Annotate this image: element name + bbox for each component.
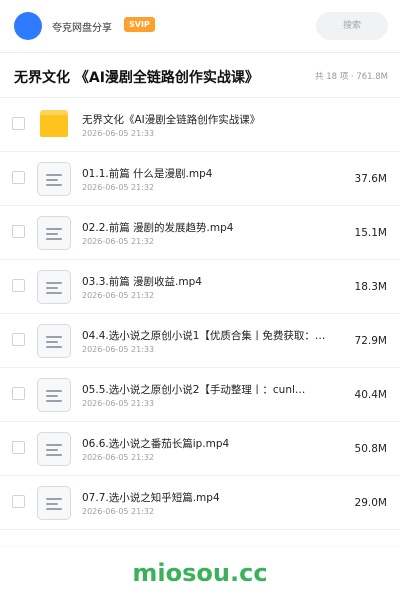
search-button[interactable]: 搜索 — [316, 12, 388, 40]
file-name: 01.1.前篇 什么是漫剧.mp4 — [82, 168, 213, 180]
document-icon — [37, 270, 71, 304]
list-item[interactable]: 03.3.前篇 漫剧收益.mp4 2026-06-05 21:32 18.3M — [0, 260, 400, 314]
file-size: 15.1M — [354, 227, 387, 239]
document-icon — [37, 432, 71, 466]
file-name: 04.4.选小说之原创小说1【优质合集丨免费获取：… — [82, 330, 326, 342]
list-item[interactable]: 01.1.前篇 什么是漫剧.mp4 2026-06-05 21:32 37.6M — [0, 152, 400, 206]
file-date: 2026-06-05 21:32 — [82, 183, 155, 192]
file-name: 02.2.前篇 漫剧的发展趋势.mp4 — [82, 222, 234, 234]
file-name: 无界文化《AI漫剧全链路创作实战课》 — [82, 114, 261, 126]
file-date: 2026-06-05 21:33 — [82, 345, 155, 354]
file-date: 2026-06-05 21:33 — [82, 129, 155, 138]
top-bar: 夸克网盘分享 SVIP 搜索 — [0, 0, 400, 52]
row-checkbox[interactable] — [12, 279, 25, 292]
row-checkbox[interactable] — [12, 333, 25, 346]
file-size: 50.8M — [354, 443, 387, 455]
file-name: 03.3.前篇 漫剧收益.mp4 — [82, 276, 202, 288]
file-date: 2026-06-05 21:32 — [82, 507, 155, 516]
file-name: 06.6.选小说之番茄长篇ip.mp4 — [82, 438, 230, 450]
file-size: 37.6M — [354, 173, 387, 185]
file-name: 07.7.选小说之知乎短篇.mp4 — [82, 492, 220, 504]
row-checkbox[interactable] — [12, 171, 25, 184]
document-icon — [37, 486, 71, 520]
row-checkbox[interactable] — [12, 225, 25, 238]
document-icon — [37, 162, 71, 196]
folder-icon — [37, 108, 71, 142]
file-date: 2026-06-05 21:32 — [82, 453, 155, 462]
watermark: miosou.cc — [132, 559, 268, 587]
row-checkbox[interactable] — [12, 387, 25, 400]
file-size: 29.0M — [354, 497, 387, 509]
folder-header: 无界文化 《AI漫剧全链路创作实战课》 共 18 项 · 761.8M — [0, 53, 400, 98]
document-icon — [37, 324, 71, 358]
list-item[interactable]: 04.4.选小说之原创小说1【优质合集丨免费获取：… 2026-06-05 21… — [0, 314, 400, 368]
footer: miosou.cc — [0, 547, 400, 600]
list-item[interactable]: 07.7.选小说之知乎短篇.mp4 2026-06-05 21:32 29.0M — [0, 476, 400, 530]
file-date: 2026-06-05 21:32 — [82, 237, 155, 246]
file-size: 72.9M — [354, 335, 387, 347]
document-icon — [37, 216, 71, 250]
file-size: 40.4M — [354, 389, 387, 401]
row-checkbox[interactable] — [12, 441, 25, 454]
row-checkbox[interactable] — [12, 495, 25, 508]
user-name: 夸克网盘分享 — [52, 23, 112, 34]
list-item[interactable]: 无界文化《AI漫剧全链路创作实战课》 2026-06-05 21:33 — [0, 98, 400, 152]
vip-badge: SVIP — [124, 17, 155, 32]
document-icon — [37, 378, 71, 412]
list-item[interactable]: 06.6.选小说之番茄长篇ip.mp4 2026-06-05 21:32 50.… — [0, 422, 400, 476]
file-name: 05.5.选小说之原创小说2【手动整理丨：cunl… — [82, 384, 306, 396]
row-checkbox[interactable] — [12, 117, 25, 130]
avatar[interactable] — [14, 12, 42, 40]
file-size: 18.3M — [354, 281, 387, 293]
file-date: 2026-06-05 21:32 — [82, 291, 155, 300]
list-item[interactable]: 02.2.前篇 漫剧的发展趋势.mp4 2026-06-05 21:32 15.… — [0, 206, 400, 260]
folder-meta: 共 18 项 · 761.8M — [315, 72, 388, 82]
file-date: 2026-06-05 21:33 — [82, 399, 155, 408]
list-item[interactable]: 05.5.选小说之原创小说2【手动整理丨：cunl… 2026-06-05 21… — [0, 368, 400, 422]
file-list: 无界文化《AI漫剧全链路创作实战课》 2026-06-05 21:33 01.1… — [0, 98, 400, 530]
page-title: 无界文化 《AI漫剧全链路创作实战课》 — [14, 70, 259, 86]
